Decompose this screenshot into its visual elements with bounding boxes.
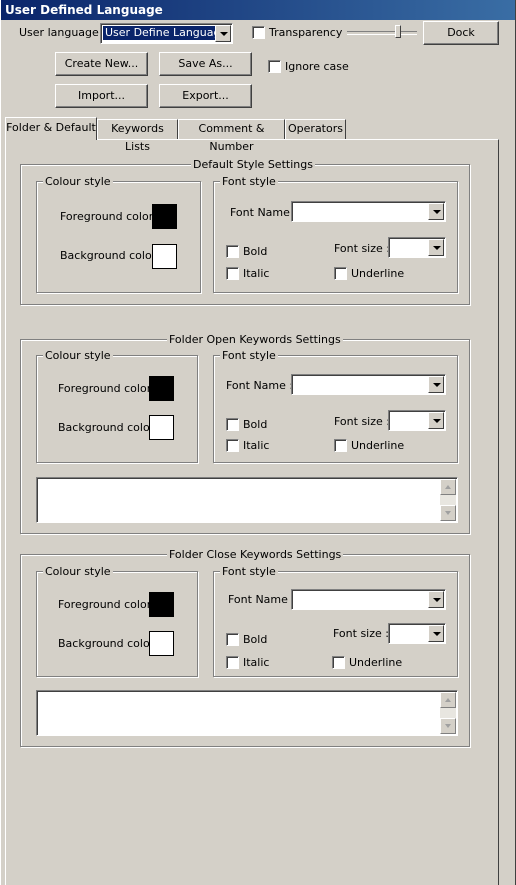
ignore-case-checkbox[interactable] [268,60,281,73]
dock-button[interactable]: Dock [423,21,499,45]
folder-open-group: Folder Open Keywords Settings Colour sty… [20,333,470,534]
background-color-swatch[interactable] [149,631,174,656]
font-style-label: Font style [220,349,278,362]
bold-checkbox[interactable] [226,418,239,431]
foreground-label: Foreground color [58,598,152,611]
italic-checkbox[interactable] [226,656,239,669]
tab-operators[interactable]: Operators [285,119,346,139]
chevron-down-icon[interactable] [428,412,444,429]
transparency-slider-thumb[interactable] [395,25,401,38]
font-name-select[interactable] [291,589,446,610]
transparency-slider-track[interactable] [347,31,417,35]
default-style-group: Default Style Settings Colour style Fore… [20,158,470,305]
font-size-label: Font size : [334,242,390,255]
font-name-select[interactable] [291,201,446,222]
underline-label: Underline [351,439,405,452]
font-style-group: Font style Font Name : Font size : Bold … [213,349,458,463]
font-name-select[interactable] [291,374,446,395]
transparency-checkbox[interactable] [252,26,265,39]
background-label: Background color [60,249,157,262]
bold-label: Bold [243,245,268,258]
font-style-label: Font style [220,175,278,188]
font-name-label: Font Name : [230,206,298,219]
scrollbar[interactable] [440,692,456,734]
scroll-up-icon[interactable] [440,479,456,495]
colour-style-group: Colour style Foreground color Background… [36,349,198,463]
bold-label: Bold [243,418,268,431]
colour-style-label: Colour style [43,565,113,578]
background-label: Background color [58,421,155,434]
font-name-label: Font Name : [226,379,294,392]
folder-close-keywords-textarea[interactable] [36,690,458,736]
colour-style-label: Colour style [43,349,113,362]
background-label: Background color [58,637,155,650]
italic-checkbox[interactable] [226,267,239,280]
tab-comment-number[interactable]: Comment & Number [178,119,285,153]
user-language-value: User Define Language [103,26,230,40]
chevron-down-icon[interactable] [428,376,444,393]
underline-checkbox[interactable] [334,439,347,452]
font-style-group: Font style Font Name : Font size : Bold … [213,565,458,677]
italic-checkbox[interactable] [226,439,239,452]
ignore-case-label: Ignore case [285,60,349,73]
underline-checkbox[interactable] [334,267,347,280]
bold-checkbox[interactable] [226,633,239,646]
underline-checkbox[interactable] [332,656,345,669]
underline-label: Underline [351,267,405,280]
font-style-group: Font style Font Name : Font size : Bold … [213,175,458,293]
chevron-down-icon[interactable] [428,625,444,642]
bold-label: Bold [243,633,268,646]
italic-label: Italic [243,267,270,280]
bold-checkbox[interactable] [226,245,239,258]
font-size-label: Font size : [334,415,390,428]
save-as-button[interactable]: Save As... [159,52,252,76]
tab-keywords-lists[interactable]: Keywords Lists [97,119,178,153]
underline-label: Underline [349,656,403,669]
chevron-down-icon[interactable] [428,591,444,608]
scrollbar[interactable] [440,479,456,521]
chevron-down-icon[interactable] [428,239,444,256]
font-size-select[interactable] [388,237,446,258]
italic-label: Italic [243,656,270,669]
colour-style-group: Colour style Foreground color Background… [36,565,198,677]
foreground-color-swatch[interactable] [149,376,174,401]
chevron-down-icon[interactable] [428,203,444,220]
italic-label: Italic [243,439,270,452]
folder-close-group: Folder Close Keywords Settings Colour st… [20,548,470,747]
udl-dialog: User Defined Language User language : Us… [0,0,516,885]
chevron-down-icon[interactable] [215,25,231,42]
scroll-up-icon[interactable] [440,692,456,708]
foreground-label: Foreground color [58,382,152,395]
create-new-button[interactable]: Create New... [55,52,148,76]
colour-style-group: Colour style Foreground color Background… [36,175,201,293]
folder-open-keywords-textarea[interactable] [36,477,458,523]
group-title: Folder Close Keywords Settings [167,548,344,561]
import-button[interactable]: Import... [55,84,148,108]
background-color-swatch[interactable] [149,415,174,440]
font-size-select[interactable] [388,623,446,644]
foreground-color-swatch[interactable] [149,592,174,617]
scroll-down-icon[interactable] [440,718,456,734]
foreground-color-swatch[interactable] [152,204,177,229]
window-title: User Defined Language [5,3,163,17]
tab-folder-default[interactable]: Folder & Default [5,117,97,140]
colour-style-label: Colour style [43,175,113,188]
group-title: Folder Open Keywords Settings [167,333,343,346]
font-name-label: Font Name : [228,593,296,606]
title-bar[interactable]: User Defined Language [1,0,515,20]
font-size-select[interactable] [388,410,446,431]
scroll-down-icon[interactable] [440,505,456,521]
transparency-label: Transparency [269,26,343,39]
background-color-swatch[interactable] [152,244,177,269]
group-title: Default Style Settings [191,158,315,171]
font-size-label: Font size : [333,627,389,640]
user-language-label: User language : [19,26,106,39]
user-language-select[interactable]: User Define Language [100,23,233,44]
export-button[interactable]: Export... [159,84,252,108]
font-style-label: Font style [220,565,278,578]
foreground-label: Foreground color [60,210,154,223]
